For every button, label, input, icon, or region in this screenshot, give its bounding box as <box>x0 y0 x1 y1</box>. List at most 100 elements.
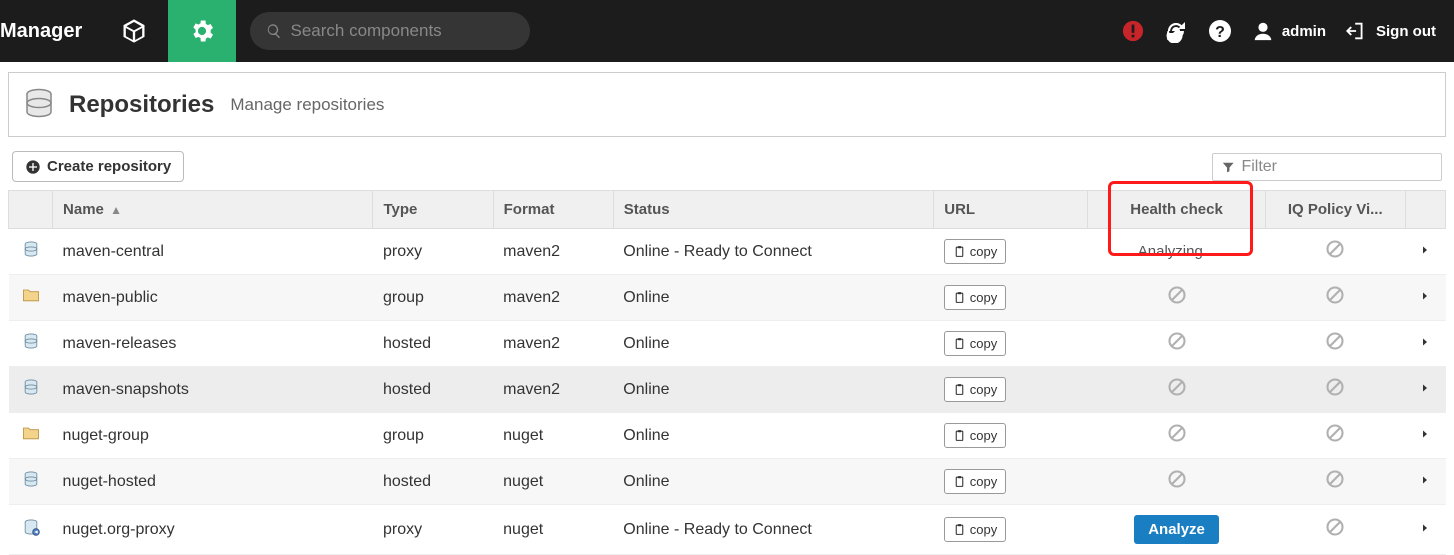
signout-button[interactable]: Sign out <box>1346 20 1436 42</box>
repo-url-cell: copy <box>934 229 1088 275</box>
create-label: Create repository <box>47 158 171 175</box>
repo-format: maven2 <box>493 229 613 275</box>
chevron-right-icon <box>1419 427 1431 444</box>
not-available-icon <box>1325 423 1345 443</box>
help-button[interactable]: ? <box>1208 19 1232 43</box>
iq-policy-cell <box>1265 367 1405 413</box>
col-iq[interactable]: IQ Policy Vi... <box>1265 191 1405 229</box>
copy-url-button[interactable]: copy <box>944 239 1006 264</box>
copy-url-button[interactable]: copy <box>944 423 1006 448</box>
repo-url-cell: copy <box>934 367 1088 413</box>
search-input[interactable] <box>290 21 514 41</box>
iq-policy-cell <box>1265 413 1405 459</box>
alert-button[interactable] <box>1122 20 1144 42</box>
page-title: Repositories <box>69 91 214 119</box>
help-icon: ? <box>1208 19 1232 43</box>
repo-name[interactable]: maven-public <box>53 275 373 321</box>
repo-format: nuget <box>493 413 613 459</box>
not-available-icon <box>1167 423 1187 443</box>
repo-status: Online <box>613 367 933 413</box>
repo-name[interactable]: nuget-hosted <box>53 459 373 505</box>
chevron-right-icon <box>1419 521 1431 538</box>
repo-type-icon-cell <box>9 275 53 321</box>
col-arrow <box>1405 191 1445 229</box>
analyzing-label: Analyzing... <box>1138 243 1216 260</box>
search-box[interactable] <box>250 12 530 50</box>
gear-icon <box>188 17 216 45</box>
user-menu[interactable]: admin <box>1252 20 1326 42</box>
row-expand-cell[interactable] <box>1405 321 1445 367</box>
repo-status: Online - Ready to Connect <box>613 229 933 275</box>
repo-hosted-icon <box>21 331 41 356</box>
table-row[interactable]: maven-releaseshostedmaven2Online copy <box>9 321 1446 367</box>
repo-type: proxy <box>373 229 493 275</box>
search-icon <box>266 22 282 40</box>
filter-input[interactable] <box>1241 158 1433 176</box>
repo-name[interactable]: maven-releases <box>53 321 373 367</box>
chevron-right-icon <box>1419 381 1431 398</box>
col-url[interactable]: URL <box>934 191 1088 229</box>
repo-status: Online <box>613 321 933 367</box>
nav-settings-button[interactable] <box>168 0 236 62</box>
user-label: admin <box>1282 23 1326 40</box>
row-expand-cell[interactable] <box>1405 229 1445 275</box>
copy-url-button[interactable]: copy <box>944 285 1006 310</box>
copy-url-button[interactable]: copy <box>944 377 1006 402</box>
iq-policy-cell <box>1265 275 1405 321</box>
nav-browse-button[interactable] <box>100 0 168 62</box>
col-type[interactable]: Type <box>373 191 493 229</box>
col-status[interactable]: Status <box>613 191 933 229</box>
col-icon <box>9 191 53 229</box>
repo-status: Online <box>613 459 933 505</box>
col-health[interactable]: Health check <box>1088 191 1265 229</box>
filter-box[interactable] <box>1212 153 1442 181</box>
table-row[interactable]: maven-snapshotshostedmaven2Onlinecopy <box>9 367 1446 413</box>
chevron-right-icon <box>1419 335 1431 352</box>
page-header: Repositories Manage repositories <box>8 72 1446 137</box>
repo-group-icon <box>21 285 41 310</box>
iq-policy-cell <box>1265 459 1405 505</box>
repo-name[interactable]: maven-central <box>53 229 373 275</box>
repo-status: Online <box>613 275 933 321</box>
chevron-right-icon <box>1419 473 1431 490</box>
col-format[interactable]: Format <box>493 191 613 229</box>
repo-type: hosted <box>373 321 493 367</box>
row-expand-cell[interactable] <box>1405 367 1445 413</box>
repo-name[interactable]: maven-snapshots <box>53 367 373 413</box>
row-expand-cell[interactable] <box>1405 459 1445 505</box>
header-right: ? admin Sign out <box>1122 19 1454 43</box>
sort-asc-icon: ▲ <box>110 203 122 217</box>
not-available-icon <box>1325 239 1345 259</box>
repo-format: maven2 <box>493 367 613 413</box>
alert-icon <box>1122 20 1144 42</box>
repo-type-icon-cell <box>9 321 53 367</box>
repo-format: maven2 <box>493 321 613 367</box>
repo-type-icon-cell <box>9 229 53 275</box>
copy-url-button[interactable]: copy <box>944 469 1006 494</box>
not-available-icon <box>1167 469 1187 489</box>
health-check-cell <box>1088 459 1265 505</box>
not-available-icon <box>1325 285 1345 305</box>
health-check-cell <box>1088 321 1265 367</box>
health-check-cell <box>1088 413 1265 459</box>
repo-url-cell: copy <box>934 459 1088 505</box>
table-row[interactable]: nuget-hostedhostednugetOnlinecopy <box>9 459 1446 505</box>
table-row[interactable]: maven-centralproxymaven2Online - Ready t… <box>9 229 1446 275</box>
repo-url-cell: copy <box>934 275 1088 321</box>
refresh-button[interactable] <box>1164 19 1188 43</box>
table-header-row: Name ▲ Type Format Status URL Health che… <box>9 191 1446 229</box>
not-available-icon <box>1325 331 1345 351</box>
col-name[interactable]: Name ▲ <box>53 191 373 229</box>
repo-hosted-icon <box>21 239 41 264</box>
create-repository-button[interactable]: Create repository <box>12 151 184 182</box>
not-available-icon <box>1167 331 1187 351</box>
not-available-icon <box>1325 377 1345 397</box>
chevron-right-icon <box>1419 289 1431 306</box>
repo-format: nuget <box>493 459 613 505</box>
repo-name[interactable]: nuget-group <box>53 413 373 459</box>
copy-url-button[interactable]: copy <box>944 331 1006 356</box>
table-row[interactable]: maven-publicgroupmaven2Onlinecopy <box>9 275 1446 321</box>
row-expand-cell[interactable] <box>1405 275 1445 321</box>
row-expand-cell[interactable] <box>1405 413 1445 459</box>
table-row[interactable]: nuget-groupgroupnugetOnlinecopy <box>9 413 1446 459</box>
